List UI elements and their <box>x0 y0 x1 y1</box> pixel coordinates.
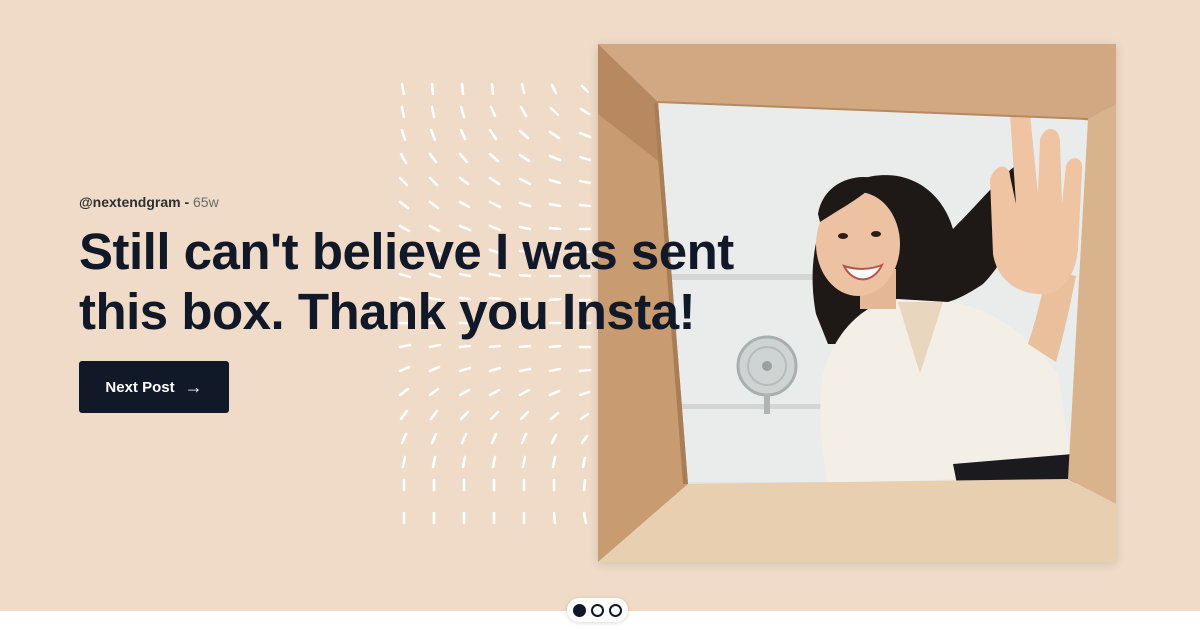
post-age: 65w <box>193 194 219 210</box>
carousel-pagination <box>567 598 628 622</box>
hero-slide: @nextendgram - 65w Still can't believe I… <box>0 0 1200 611</box>
author-handle[interactable]: @nextendgram <box>79 194 181 210</box>
next-post-label: Next Post <box>105 378 175 396</box>
post-caption: Still can't believe I was sent this box.… <box>79 223 734 340</box>
meta-separator: - <box>180 194 194 210</box>
carousel-dot-2[interactable] <box>591 603 604 617</box>
carousel-dot-3[interactable] <box>609 603 622 617</box>
carousel-dot-1[interactable] <box>573 603 586 617</box>
arrow-right-icon: → <box>184 377 203 397</box>
post-meta: @nextendgram - 65w <box>79 194 219 210</box>
next-post-button[interactable]: Next Post → <box>79 361 229 413</box>
